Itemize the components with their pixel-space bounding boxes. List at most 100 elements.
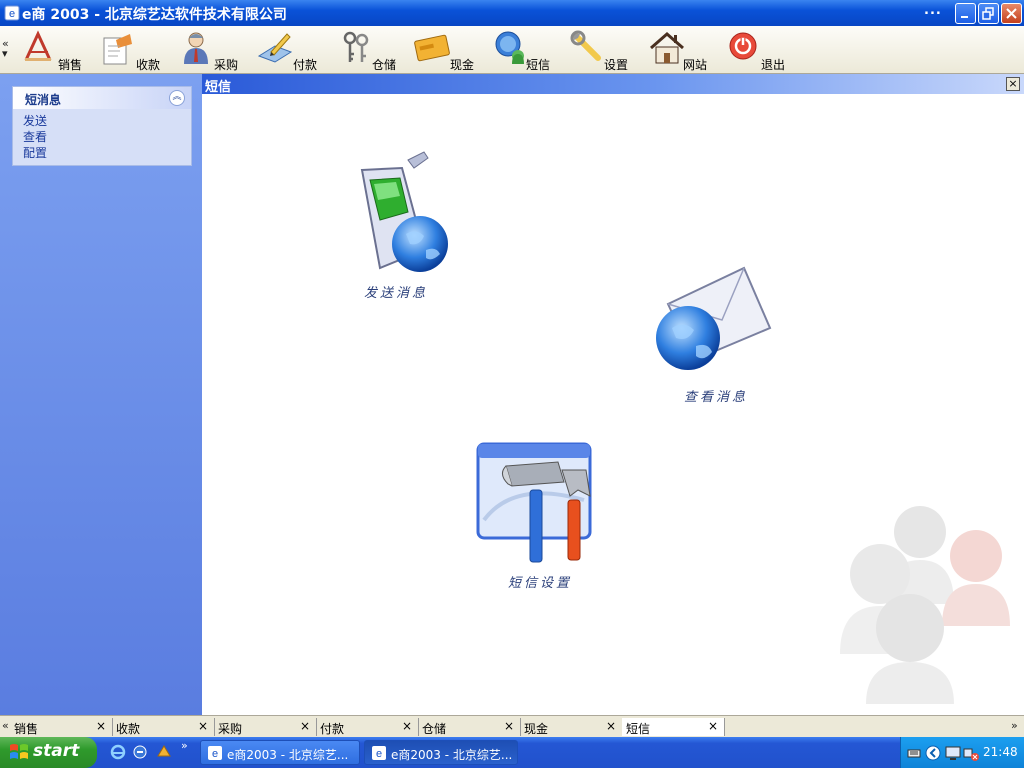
- tabs-scroll-right-icon[interactable]: »: [1011, 719, 1018, 732]
- doc-tab-label: 采购: [218, 722, 243, 736]
- payment-icon: [257, 33, 293, 63]
- doc-tab-receipt[interactable]: 收款 ×: [112, 718, 215, 736]
- left-navigation-panel: 短消息 ︽ 发送 查看 配置: [0, 74, 202, 715]
- document-tabs-bar: « 销售 × 收款 × 采购 × 付款 × 仓储 × 现金 × 短信 × »: [0, 715, 1024, 737]
- settings-icon: [570, 30, 601, 61]
- content-close-icon[interactable]: ×: [1006, 77, 1020, 91]
- toolbar-settings-button[interactable]: 设置: [570, 30, 634, 72]
- tray-expand-chevron-icon[interactable]: [925, 745, 941, 761]
- toolbar-payment-button[interactable]: 付款: [257, 30, 321, 72]
- doc-tab-close-icon[interactable]: ×: [300, 719, 310, 733]
- receipt-icon: [103, 34, 132, 65]
- toolbar-receipt-button[interactable]: 收款: [100, 30, 164, 72]
- more-indicator: ...: [924, 3, 942, 18]
- app-window-icon: e: [372, 746, 386, 760]
- doc-tab-label: 收款: [116, 722, 141, 736]
- keyboard-tray-icon[interactable]: [907, 746, 921, 760]
- website-icon: [650, 32, 684, 64]
- doc-tab-cash[interactable]: 现金 ×: [520, 718, 623, 736]
- media-quicklaunch-icon[interactable]: [156, 744, 172, 760]
- start-button[interactable]: start: [0, 737, 97, 768]
- view-message-icon: [656, 266, 772, 370]
- app-icon[interactable]: e: [4, 5, 20, 21]
- toolbar-warehouse-label: 仓储: [372, 58, 397, 72]
- doc-tab-purchase[interactable]: 采购 ×: [214, 718, 317, 736]
- sms-settings-label: 短信设置: [508, 576, 573, 591]
- toolbar-chevron-icon[interactable]: «▾: [2, 38, 9, 59]
- ie-quicklaunch-icon[interactable]: [110, 744, 126, 760]
- network-status-warning-icon[interactable]: [963, 745, 979, 761]
- close-button[interactable]: [1001, 3, 1022, 24]
- title-bar: e e商 2003 - 北京综艺达软件技术有限公司 ...: [0, 0, 1024, 26]
- toolbar-exit-button[interactable]: 退出: [727, 30, 791, 72]
- view-message-label: 查看消息: [684, 390, 749, 405]
- doc-tab-sales[interactable]: 销售 ×: [10, 718, 113, 736]
- toolbar-cash-button[interactable]: 现金: [414, 30, 478, 72]
- doc-tab-close-icon[interactable]: ×: [606, 719, 616, 733]
- system-tray: 21:48: [900, 737, 1024, 768]
- window-title: e商 2003 - 北京综艺达软件技术有限公司: [22, 7, 287, 23]
- doc-tab-label: 付款: [320, 722, 345, 736]
- start-label: start: [33, 741, 80, 761]
- toolbar-website-button[interactable]: 网站: [649, 30, 713, 72]
- doc-tab-close-icon[interactable]: ×: [96, 719, 106, 733]
- doc-tab-payment[interactable]: 付款 ×: [316, 718, 419, 736]
- doc-tab-close-icon[interactable]: ×: [198, 719, 208, 733]
- taskbar-clock: 21:48: [983, 745, 1018, 759]
- main-toolbar: «▾ 销售 收款 采购 付款 仓储 现金 短信 设置 网站 退出: [0, 26, 1024, 74]
- taskbar-window-button-2[interactable]: e e商2003 - 北京综艺...: [364, 740, 518, 765]
- exit-icon: [729, 32, 757, 60]
- svg-text:e: e: [212, 748, 218, 760]
- sales-icon: [24, 30, 52, 61]
- close-icon: [1006, 8, 1017, 19]
- doc-tab-label: 短信: [626, 722, 651, 736]
- quicklaunch-expand-icon[interactable]: »: [181, 739, 188, 752]
- sidebar-link-view[interactable]: 查看: [23, 129, 191, 145]
- doc-tab-label: 销售: [14, 722, 39, 736]
- sidebar-link-send[interactable]: 发送: [23, 113, 191, 129]
- doc-tab-close-icon[interactable]: ×: [402, 719, 412, 733]
- restore-icon: [982, 7, 994, 20]
- desktop-quicklaunch-icon[interactable]: [132, 744, 148, 760]
- toolbar-website-label: 网站: [683, 58, 708, 72]
- doc-tab-close-icon[interactable]: ×: [708, 719, 718, 733]
- people-watermark-icon: [840, 506, 1010, 704]
- toolbar-purchase-button[interactable]: 采购: [180, 30, 244, 72]
- minimize-icon: [961, 16, 968, 18]
- windows-logo-icon: [10, 744, 28, 759]
- toolbar-sms-label: 短信: [526, 58, 551, 72]
- send-message-icon: [360, 151, 448, 272]
- minimize-button[interactable]: [955, 3, 976, 24]
- sidebar-link-config[interactable]: 配置: [23, 145, 191, 161]
- cash-icon: [414, 34, 450, 62]
- feature-sms-settings[interactable]: 短信设置: [474, 440, 614, 591]
- toolbar-cash-label: 现金: [450, 58, 475, 72]
- sidebar-group-title: 短消息: [25, 93, 62, 107]
- toolbar-sms-button[interactable]: 短信: [492, 30, 556, 72]
- purchase-icon: [184, 32, 208, 64]
- warehouse-icon: [343, 31, 369, 62]
- doc-tab-sms[interactable]: 短信 ×: [622, 718, 725, 736]
- feature-send-message[interactable]: 发送消息: [336, 150, 466, 301]
- doc-tab-warehouse[interactable]: 仓储 ×: [418, 718, 521, 736]
- sidebar-group-short-message: 短消息 ︽ 发送 查看 配置: [12, 86, 192, 166]
- toolbar-settings-label: 设置: [604, 58, 629, 72]
- content-title: 短信: [205, 80, 232, 95]
- restore-button[interactable]: [978, 3, 999, 24]
- toolbar-warehouse-button[interactable]: 仓储: [338, 30, 402, 72]
- toolbar-sales-button[interactable]: 销售: [22, 30, 86, 72]
- collapse-chevron-up-icon[interactable]: ︽: [169, 90, 185, 106]
- send-message-label: 发送消息: [364, 286, 429, 301]
- taskbar-window-label: e商2003 - 北京综艺...: [227, 748, 349, 762]
- content-header: 短信 ×: [202, 74, 1024, 95]
- sms-settings-icon: [476, 442, 592, 563]
- tabs-scroll-left-icon[interactable]: «: [2, 719, 9, 732]
- network-tray-icon[interactable]: [945, 745, 961, 761]
- doc-tab-close-icon[interactable]: ×: [504, 719, 514, 733]
- sidebar-group-header[interactable]: 短消息 ︽: [13, 87, 191, 109]
- taskbar-window-button-1[interactable]: e e商2003 - 北京综艺...: [200, 740, 360, 765]
- doc-tab-label: 现金: [524, 722, 549, 736]
- svg-text:e: e: [376, 748, 382, 760]
- app-window-icon: e: [208, 746, 222, 760]
- feature-view-message[interactable]: 查看消息: [648, 264, 778, 414]
